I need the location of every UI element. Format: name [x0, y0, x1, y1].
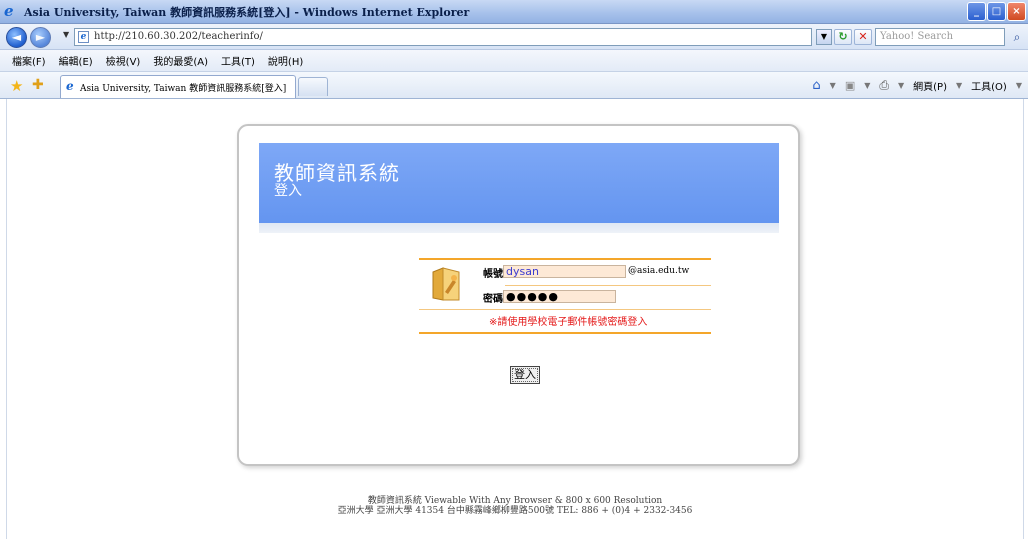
footer-line-2: 亞洲大學 亞洲大學 41354 台中縣霧峰鄉柳豐路500號 TEL: 886 +…	[337, 506, 693, 516]
tab-label: Asia University, Taiwan 教師資訊服務系統[登入]	[80, 84, 287, 94]
address-dropdown-button[interactable]: ▼	[816, 29, 832, 45]
menu-bar: 檔案(F) 編輯(E) 檢視(V) 我的最愛(A) 工具(T) 說明(H)	[0, 50, 1028, 72]
search-placeholder: Yahoo! Search	[880, 31, 954, 42]
minimize-button[interactable]: _	[967, 2, 986, 21]
menu-help[interactable]: 說明(H)	[268, 53, 303, 68]
page-viewport: 教師資訊系統 登入 帳號 dysan @asia.edu.tw 密碼 ●●●●●…	[6, 99, 1024, 539]
window-controls: _ □ ×	[967, 2, 1026, 21]
menu-file[interactable]: 檔案(F)	[12, 53, 46, 68]
refresh-button[interactable]: ↻	[834, 29, 852, 45]
password-field[interactable]: ●●●●●	[503, 290, 616, 303]
tab-active[interactable]: e Asia University, Taiwan 教師資訊服務系統[登入]	[60, 75, 296, 98]
menu-tools[interactable]: 工具(T)	[221, 53, 255, 68]
tab-ie-icon: e	[66, 79, 74, 93]
username-label: 帳號	[483, 269, 503, 280]
title-bar: e Asia University, Taiwan 教師資訊服務系統[登入] -…	[0, 0, 1028, 24]
address-toolbar: ◄ ► ▼ e http://210.60.30.202/teacherinfo…	[0, 24, 1028, 50]
tools-menu-dropdown-icon[interactable]: ▼	[1016, 81, 1022, 90]
tools-menu[interactable]: 工具(O)	[971, 78, 1007, 93]
menu-favorites[interactable]: 我的最愛(A)	[153, 53, 208, 68]
page-icon: e	[78, 31, 89, 43]
favorites-star-icon[interactable]: ★	[10, 77, 23, 95]
row-divider	[505, 285, 711, 286]
row-divider	[419, 309, 711, 310]
stop-button[interactable]: ✕	[854, 29, 872, 45]
new-tab-button[interactable]	[298, 77, 328, 96]
login-card: 教師資訊系統 登入 帳號 dysan @asia.edu.tw 密碼 ●●●●●…	[237, 124, 800, 466]
username-field[interactable]: dysan	[503, 265, 626, 278]
password-label: 密碼	[483, 294, 503, 305]
history-dropdown-icon[interactable]: ▼	[63, 30, 69, 39]
page-menu-dropdown-icon[interactable]: ▼	[956, 81, 962, 90]
search-input[interactable]: Yahoo! Search	[875, 28, 1005, 46]
address-input[interactable]: e http://210.60.30.202/teacherinfo/	[74, 28, 812, 46]
login-button[interactable]: 登入	[510, 366, 540, 384]
address-url: http://210.60.30.202/teacherinfo/	[94, 31, 263, 42]
login-form: 帳號 dysan @asia.edu.tw 密碼 ●●●●● ※請使用學校電子郵…	[419, 258, 711, 334]
feeds-dropdown-icon[interactable]: ▼	[864, 81, 870, 90]
banner-divider	[259, 223, 779, 233]
search-icon[interactable]: ⌕	[1008, 29, 1026, 45]
folder-user-icon	[432, 267, 460, 301]
menu-edit[interactable]: 編輯(E)	[59, 53, 93, 68]
maximize-button[interactable]: □	[987, 2, 1006, 21]
print-dropdown-icon[interactable]: ▼	[898, 81, 904, 90]
tab-bar: ★ ✚ e Asia University, Taiwan 教師資訊服務系統[登…	[0, 72, 1028, 99]
menu-view[interactable]: 檢視(V)	[106, 53, 141, 68]
print-icon[interactable]: ⎙	[879, 78, 889, 93]
login-notice: ※請使用學校電子郵件帳號密碼登入	[489, 317, 648, 328]
home-dropdown-icon[interactable]: ▼	[830, 81, 836, 90]
back-button[interactable]: ◄	[6, 27, 27, 48]
email-domain-suffix: @asia.edu.tw	[628, 266, 690, 276]
banner-subtitle: 登入	[274, 183, 302, 199]
page-menu[interactable]: 網頁(P)	[913, 78, 947, 93]
close-button[interactable]: ×	[1007, 2, 1026, 21]
home-icon[interactable]: ⌂	[812, 78, 820, 93]
feeds-icon[interactable]: ▣	[845, 79, 855, 92]
command-bar: ⌂ ▼ ▣ ▼ ⎙ ▼ 網頁(P) ▼ 工具(O) ▼	[812, 78, 1022, 93]
window-title: Asia University, Taiwan 教師資訊服務系統[登入] - W…	[24, 6, 470, 19]
banner: 教師資訊系統 登入	[259, 143, 779, 223]
add-favorites-icon[interactable]: ✚	[32, 77, 44, 93]
ie-logo-icon: e	[4, 2, 14, 20]
forward-button[interactable]: ►	[30, 27, 51, 48]
